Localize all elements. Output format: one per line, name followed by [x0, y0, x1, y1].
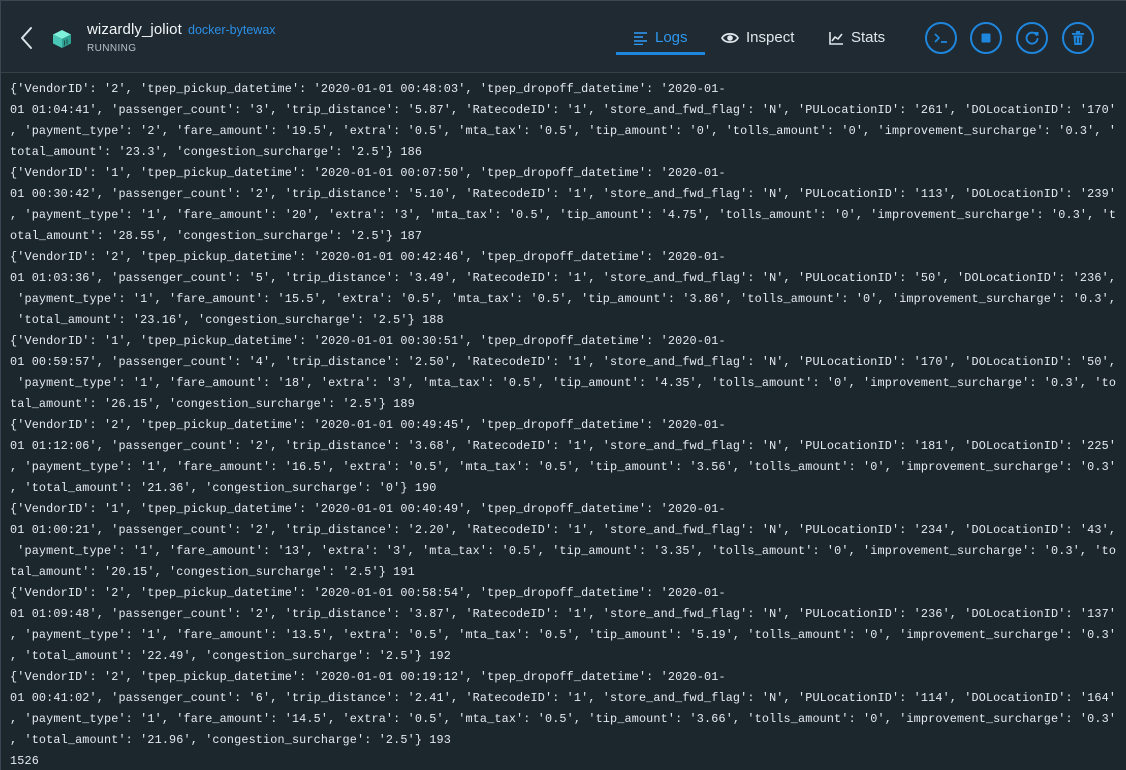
status-badge: RUNNING	[87, 43, 137, 54]
log-output[interactable]: {'VendorID': '2', 'tpep_pickup_datetime'…	[1, 73, 1126, 770]
log-line: 01 01:09:48', 'passenger_count': '2', 't…	[10, 607, 1117, 621]
log-line: , 'total_amount': '21.96', 'congestion_s…	[10, 733, 451, 747]
container-name: wizardly_joliot	[87, 21, 182, 38]
log-line: 01 00:59:57', 'passenger_count': '4', 't…	[10, 355, 1117, 369]
log-line: {'VendorID': '1', 'tpep_pickup_datetime'…	[10, 502, 726, 516]
log-line: {'VendorID': '2', 'tpep_pickup_datetime'…	[10, 418, 726, 432]
image-link[interactable]: docker-bytewax	[188, 23, 276, 37]
tab-label: Inspect	[746, 29, 795, 46]
tab-inspect[interactable]: Inspect	[721, 21, 794, 55]
back-button[interactable]	[17, 25, 39, 51]
log-line: , 'payment_type': '2', 'fare_amount': '1…	[10, 124, 1117, 138]
tab-stats[interactable]: Stats	[829, 21, 885, 55]
log-line: 'total_amount': '23.16', 'congestion_sur…	[10, 313, 444, 327]
log-line: , 'payment_type': '1', 'fare_amount': '1…	[10, 460, 1117, 474]
log-line: tal_amount': '26.15', 'congestion_surcha…	[10, 397, 415, 411]
log-line: 01 00:41:02', 'passenger_count': '6', 't…	[10, 691, 1117, 705]
restart-arrow-icon	[1025, 31, 1039, 45]
log-line: 01 00:30:42', 'passenger_count': '2', 't…	[10, 187, 1117, 201]
container-cube-icon	[51, 28, 73, 50]
log-line: , 'total_amount': '21.36', 'congestion_s…	[10, 481, 437, 495]
restart-button[interactable]	[1016, 22, 1048, 54]
log-line: {'VendorID': '2', 'tpep_pickup_datetime'…	[10, 586, 726, 600]
container-header: wizardly_joliot docker-bytewax RUNNING L…	[1, 1, 1126, 73]
trash-icon	[1072, 31, 1084, 45]
stop-button[interactable]	[970, 22, 1002, 54]
log-line: otal_amount': '28.55', 'congestion_surch…	[10, 229, 423, 243]
log-line: {'VendorID': '1', 'tpep_pickup_datetime'…	[10, 166, 726, 180]
log-line: {'VendorID': '2', 'tpep_pickup_datetime'…	[10, 250, 726, 264]
delete-button[interactable]	[1062, 22, 1094, 54]
log-line: 01 01:12:06', 'passenger_count': '2', 't…	[10, 439, 1117, 453]
log-line: 'payment_type': '1', 'fare_amount': '13'…	[10, 544, 1117, 558]
log-line: , 'payment_type': '1', 'fare_amount': '1…	[10, 712, 1117, 726]
log-line: , 'payment_type': '1', 'fare_amount': '1…	[10, 628, 1117, 642]
log-line: total_amount': '23.3', 'congestion_surch…	[10, 145, 423, 159]
terminal-prompt-icon	[934, 33, 947, 43]
log-line: , 'total_amount': '22.49', 'congestion_s…	[10, 649, 451, 663]
log-line: {'VendorID': '2', 'tpep_pickup_datetime'…	[10, 670, 726, 684]
log-line: 01 01:04:41', 'passenger_count': '3', 't…	[10, 103, 1117, 117]
cli-button[interactable]	[925, 22, 957, 54]
log-line: , 'payment_type': '1', 'fare_amount': '2…	[10, 208, 1117, 222]
stop-square-icon	[981, 33, 991, 43]
container-window: wizardly_joliot docker-bytewax RUNNING L…	[0, 0, 1126, 770]
tab-label: Stats	[851, 29, 886, 46]
log-line: 'payment_type': '1', 'fare_amount': '18'…	[10, 376, 1117, 390]
tab-label: Logs	[655, 29, 688, 46]
list-lines-icon	[634, 32, 647, 45]
eye-icon	[721, 32, 739, 44]
log-line: {'VendorID': '1', 'tpep_pickup_datetime'…	[10, 334, 726, 348]
log-line: 01 01:00:21', 'passenger_count': '2', 't…	[10, 523, 1117, 537]
line-chart-icon	[829, 32, 843, 45]
log-line: 'payment_type': '1', 'fare_amount': '15.…	[10, 292, 1117, 306]
chevron-left-icon	[21, 27, 32, 49]
log-line: tal_amount': '20.15', 'congestion_surcha…	[10, 565, 415, 579]
tab-logs[interactable]: Logs	[616, 21, 705, 55]
log-line: 1526	[10, 754, 39, 768]
log-line: {'VendorID': '2', 'tpep_pickup_datetime'…	[10, 82, 726, 96]
log-line: 01 01:03:36', 'passenger_count': '5', 't…	[10, 271, 1117, 285]
